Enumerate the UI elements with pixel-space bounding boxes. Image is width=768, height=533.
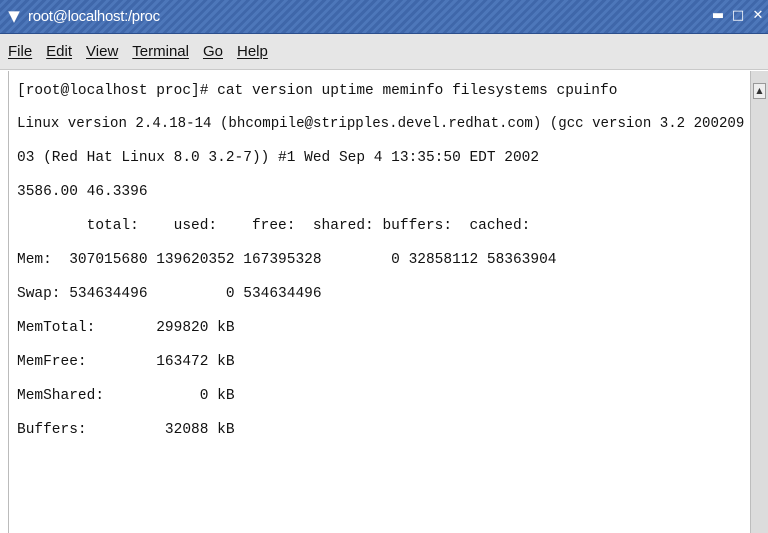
title-bar: ▼ root@localhost:/proc ▬ □ ✕ bbox=[0, 0, 768, 34]
menu-help[interactable]: Help bbox=[237, 43, 268, 60]
window-title: root@localhost:/proc bbox=[28, 8, 160, 25]
menu-edit[interactable]: Edit bbox=[46, 43, 72, 60]
vertical-scrollbar[interactable]: ▲ bbox=[750, 71, 768, 533]
terminal-line: Swap: 534634496 0 534634496 bbox=[17, 286, 322, 302]
menu-go[interactable]: Go bbox=[203, 43, 223, 60]
window-controls: ▬ □ ✕ bbox=[710, 7, 766, 27]
terminal-line: 03 (Red Hat Linux 8.0 3.2-7)) #1 Wed Sep… bbox=[17, 150, 540, 166]
scroll-up-arrow-icon[interactable]: ▲ bbox=[753, 83, 766, 99]
terminal-line: Linux version 2.4.18-14 (bhcompile@strip… bbox=[17, 116, 745, 132]
menu-terminal[interactable]: Terminal bbox=[132, 43, 189, 60]
terminal-output[interactable]: [root@localhost proc]# cat version uptim… bbox=[8, 71, 750, 533]
terminal-line: 3586.00 46.3396 bbox=[17, 184, 148, 200]
terminal-line: [root@localhost proc]# cat version uptim… bbox=[17, 83, 618, 99]
terminal-line: MemShared: 0 kB bbox=[17, 388, 235, 404]
terminal-line: Mem: 307015680 139620352 167395328 0 328… bbox=[17, 252, 557, 268]
menu-view[interactable]: View bbox=[86, 43, 118, 60]
terminal-line: Buffers: 32088 kB bbox=[17, 422, 235, 438]
menu-file[interactable]: File bbox=[8, 43, 32, 60]
menu-bar: File Edit View Terminal Go Help bbox=[0, 34, 768, 70]
terminal-line: MemTotal: 299820 kB bbox=[17, 320, 235, 336]
terminal-line: total: used: free: shared: buffers: cach… bbox=[17, 218, 531, 234]
minimize-icon[interactable]: ▬ bbox=[710, 7, 726, 25]
maximize-icon[interactable]: □ bbox=[730, 7, 746, 25]
close-icon[interactable]: ✕ bbox=[750, 7, 766, 25]
terminal-line: MemFree: 163472 kB bbox=[17, 354, 235, 370]
window-menu-icon[interactable]: ▼ bbox=[4, 6, 24, 26]
